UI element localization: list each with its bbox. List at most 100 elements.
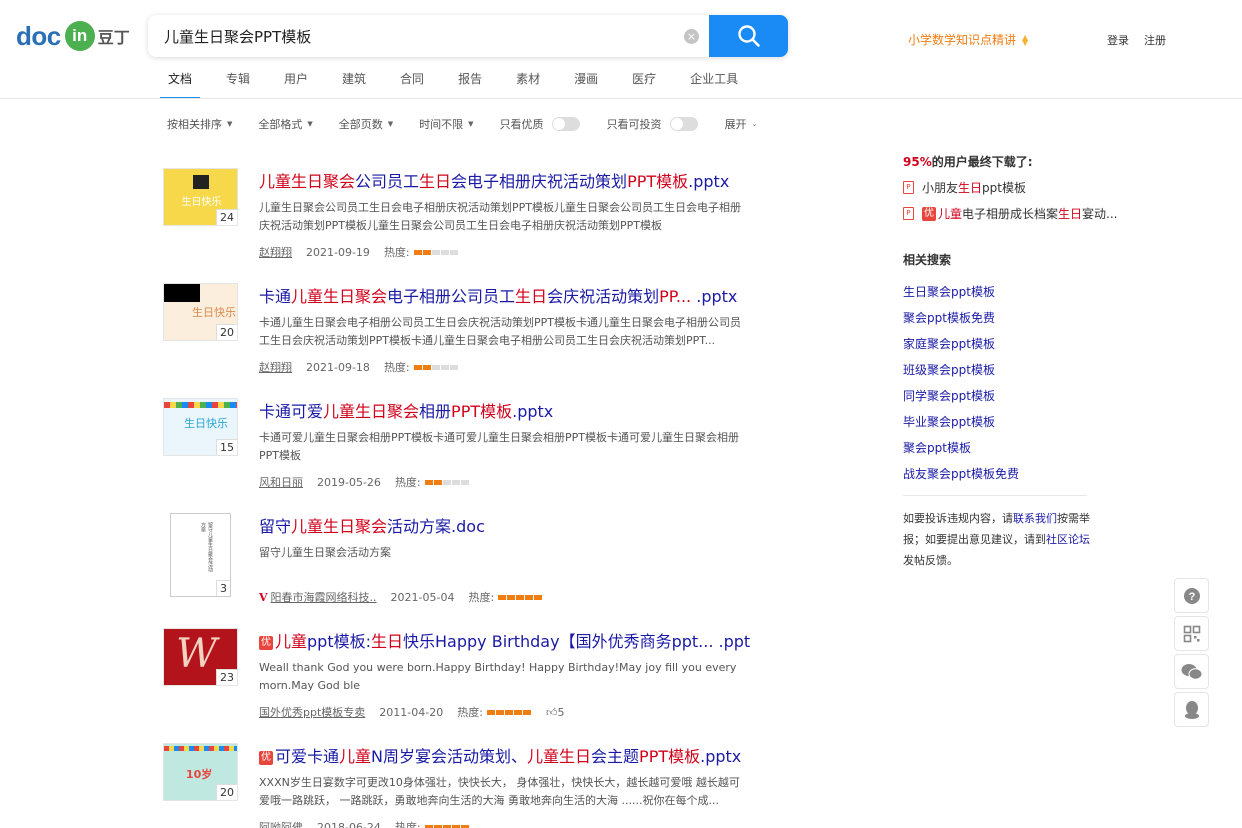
search-button[interactable] <box>709 15 788 57</box>
header-divider <box>0 98 1242 99</box>
heat-bar <box>424 824 470 828</box>
result-thumbnail[interactable]: 生日快乐 15 <box>163 398 238 456</box>
like-count[interactable]: 👍︎5 <box>546 706 565 719</box>
clear-search-icon[interactable]: × <box>684 29 699 44</box>
download-suggestion[interactable]: P 优儿童 电子相册成长档案 生日 宴动... <box>903 205 1118 222</box>
tab-comics[interactable]: 漫画 <box>574 68 598 99</box>
related-search-link[interactable]: 聚会ppt模板 <box>903 439 971 456</box>
download-suggestion[interactable]: P 小朋友 生日 ppt模板 <box>903 179 1026 196</box>
premium-badge: 优 <box>922 206 936 221</box>
result-title[interactable]: 卡通可爱儿童生日聚会相册PPT模板.pptx <box>259 398 553 422</box>
logo[interactable]: doc in 豆丁 <box>16 16 130 56</box>
heat-bar <box>498 594 543 600</box>
result-title[interactable]: 卡通儿童生日聚会电子相册公司员工生日会庆祝活动策划PP... .pptx <box>259 283 737 307</box>
heat-segment <box>433 824 442 828</box>
result-thumbnail[interactable]: 留守儿童生日聚会活动方案 3 <box>170 513 231 597</box>
title-highlight: 儿童 <box>275 632 308 651</box>
result-author[interactable]: 风和日丽 <box>259 474 303 490</box>
related-search-link[interactable]: 生日聚会ppt模板 <box>903 283 995 300</box>
contact-us-link[interactable]: 联系我们 <box>1013 512 1057 525</box>
community-forum-link[interactable]: 社区论坛 <box>1046 533 1090 546</box>
login-link[interactable]: 登录 <box>1107 32 1129 48</box>
quality-toggle[interactable] <box>551 117 580 131</box>
caret-down-icon: ▼ <box>387 120 394 128</box>
heat-bar <box>413 364 459 370</box>
result-author[interactable]: 阿呦阿佛 <box>259 819 303 828</box>
result-date: 2021-09-19 <box>306 245 370 259</box>
tab-contracts[interactable]: 合同 <box>400 68 424 99</box>
result-description: 卡通可爱儿童生日聚会相册PPT模板卡通可爱儿童生日聚会相册PPT模板卡通可爱儿童… <box>259 431 739 462</box>
heat-segment <box>504 709 513 715</box>
wechat-button[interactable] <box>1174 654 1209 689</box>
result-title[interactable]: 儿童生日聚会公司员工生日会电子相册庆祝活动策划PPT模板.pptx <box>259 168 729 192</box>
help-button[interactable]: ? <box>1174 578 1209 613</box>
pages-filter[interactable]: 全部页数 ▼ <box>339 116 393 132</box>
qq-button[interactable] <box>1174 692 1209 727</box>
result-date: 2021-05-04 <box>390 590 455 604</box>
result-thumbnail[interactable]: 生日快乐 20 <box>163 283 238 341</box>
help-icon: ? <box>1183 587 1200 604</box>
time-filter[interactable]: 时间不限 ▼ <box>419 116 473 132</box>
result-author[interactable]: 赵翔翔 <box>259 244 292 260</box>
tab-users[interactable]: 用户 <box>284 68 308 99</box>
heat-segment <box>498 594 507 600</box>
investable-toggle[interactable] <box>669 117 698 131</box>
register-link[interactable]: 注册 <box>1144 32 1166 48</box>
heat-segment <box>449 364 458 370</box>
result-title[interactable]: 优可爱卡通儿童N周岁宴会活动策划、儿童生日会主题PPT模板.pptx <box>259 743 741 767</box>
result-title[interactable]: 优儿童ppt模板:生日快乐Happy Birthday【国外优秀商务ppt...… <box>259 628 750 652</box>
related-search-link[interactable]: 家庭聚会ppt模板 <box>903 335 995 352</box>
quality-filter[interactable]: 只看优质 <box>500 116 580 132</box>
result-author[interactable]: 阳春市海霞网络科技.. <box>271 589 377 605</box>
related-search-link[interactable]: 班级聚会ppt模板 <box>903 361 995 378</box>
heat-segment <box>433 479 442 485</box>
qq-icon <box>1184 700 1199 719</box>
promo-link[interactable]: 小学数学知识点精讲 ▲ ▼ <box>908 31 1028 48</box>
title-highlight: 儿童生日聚会 <box>291 517 388 536</box>
result-thumbnail[interactable]: 生日快乐 24 <box>163 168 238 226</box>
updown-arrow-icon: ▲ ▼ <box>1022 32 1029 47</box>
title-text: 卡通 <box>259 287 292 306</box>
result-author[interactable]: 国外优秀ppt模板专卖 <box>259 704 365 720</box>
title-highlight: PP... <box>659 287 692 306</box>
tab-enterprise-tools[interactable]: 企业工具 <box>690 68 738 99</box>
result-description: 留守儿童生日聚会活动方案 <box>259 546 391 559</box>
heat-segment <box>525 594 534 600</box>
premium-badge: 优 <box>259 751 273 765</box>
related-search-link[interactable]: 战友聚会ppt模板免费 <box>903 465 1019 482</box>
result-thumbnail[interactable]: 10岁 20 <box>163 743 238 801</box>
time-filter-label: 时间不限 <box>419 118 464 131</box>
qrcode-icon <box>1183 625 1200 642</box>
tab-materials[interactable]: 素材 <box>516 68 540 99</box>
title-highlight: 生日 <box>371 632 404 651</box>
tab-reports[interactable]: 报告 <box>458 68 482 99</box>
caret-down-icon: ▼ <box>227 120 233 128</box>
tab-albums[interactable]: 专辑 <box>226 68 250 99</box>
tab-architecture[interactable]: 建筑 <box>342 68 366 99</box>
format-filter[interactable]: 全部格式 ▼ <box>258 116 312 132</box>
expand-filter[interactable]: 展开 ⌄ <box>725 116 758 132</box>
related-search-link[interactable]: 同学聚会ppt模板 <box>903 387 995 404</box>
search-input[interactable] <box>148 15 708 57</box>
sort-filter[interactable]: 按相关排序 ▼ <box>167 116 232 132</box>
result-description: 儿童生日聚会公司员工生日会电子相册庆祝活动策划PPT模板儿童生日聚会公司员工生日… <box>259 201 741 232</box>
heat-label: 热度: <box>383 246 410 259</box>
title-highlight: PPT模板 <box>627 172 689 191</box>
title-ext: .pptx <box>512 402 554 421</box>
related-search-link[interactable]: 聚会ppt模板免费 <box>903 309 995 326</box>
heat-segment <box>451 479 460 485</box>
result-meta: 赵翔翔 2021-09-19 热度: <box>259 244 459 260</box>
chevron-down-icon: ⌄ <box>751 120 758 128</box>
result-author[interactable]: 赵翔翔 <box>259 359 292 375</box>
title-text: 卡通可爱 <box>259 402 324 421</box>
result-thumbnail[interactable]: W 23 <box>163 628 238 686</box>
tab-medical[interactable]: 医疗 <box>632 68 656 99</box>
related-search-link[interactable]: 毕业聚会ppt模板 <box>903 413 995 430</box>
investable-filter[interactable]: 只看可投资 <box>607 116 698 132</box>
result-title[interactable]: 留守儿童生日聚会活动方案.doc <box>259 513 485 537</box>
qrcode-button[interactable] <box>1174 616 1209 651</box>
heat-segment <box>440 364 449 370</box>
title-highlight: 生日 <box>515 287 548 306</box>
heat-label: 热度: <box>468 591 495 604</box>
tab-documents[interactable]: 文档 <box>160 68 200 99</box>
